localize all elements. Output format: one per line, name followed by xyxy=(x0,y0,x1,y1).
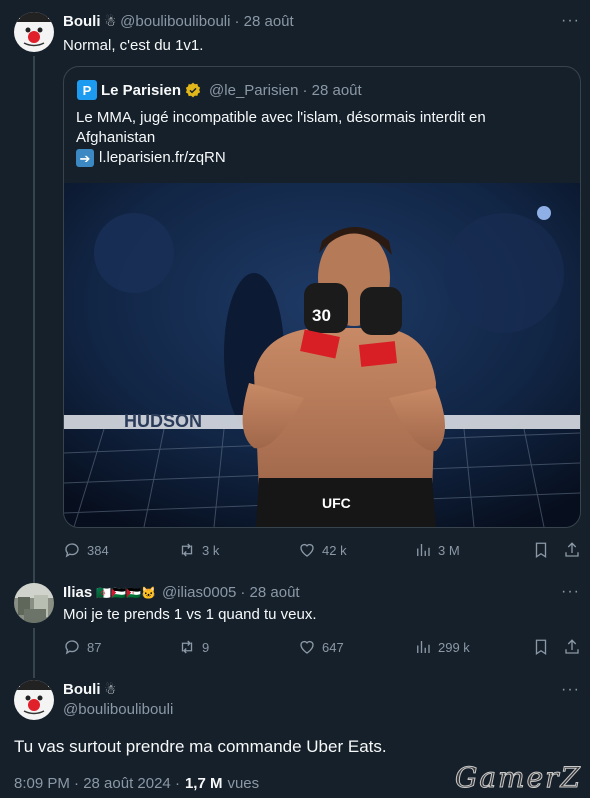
like-button[interactable]: 647 xyxy=(298,638,344,656)
bookmark-icon xyxy=(535,542,547,559)
analytics-icon xyxy=(417,544,430,556)
more-options-icon[interactable]: ··· xyxy=(561,12,580,30)
reply-count: 87 xyxy=(87,639,102,655)
views-count: 3 M xyxy=(438,542,460,558)
profile-photo-icon xyxy=(14,583,54,623)
reply-count: 384 xyxy=(87,542,109,558)
reply-button[interactable]: 87 xyxy=(63,638,101,656)
retweet-icon xyxy=(181,543,193,557)
like-count: 42 k xyxy=(322,542,347,558)
tweet-timestamp[interactable]: 8:09 PM · 28 août 2024 · xyxy=(14,775,180,792)
views-button[interactable]: 299 k xyxy=(414,638,470,656)
thread-line xyxy=(33,628,35,678)
retweet-button[interactable]: 9 xyxy=(178,638,209,656)
arrow-right-icon: ➔ xyxy=(76,149,94,167)
analytics-icon xyxy=(417,641,430,653)
bookmark-icon xyxy=(535,639,547,656)
le-parisien-logo-icon: P xyxy=(77,80,97,100)
heart-icon xyxy=(300,640,314,654)
retweet-count: 3 k xyxy=(202,542,220,558)
bookmark-button[interactable] xyxy=(532,541,550,559)
article-photo[interactable]: HUDSON 30 UFC xyxy=(64,183,580,527)
retweet-button[interactable]: 3 k xyxy=(178,541,219,559)
snowman-badge-icon: ☃ xyxy=(104,13,117,29)
tweet-date[interactable]: · 28 août xyxy=(234,13,293,30)
views-button[interactable]: 3 M xyxy=(414,541,460,559)
heart-icon xyxy=(300,543,314,557)
tweet-text: Tu vas surtout prendre ma commande Uber … xyxy=(14,737,387,756)
flag-emojis: 🇩🇿🇵🇸🇪🇭🐱 xyxy=(96,585,156,600)
svg-text:UFC: UFC xyxy=(322,495,351,511)
views-count: 1,7 M xyxy=(184,775,223,792)
tweet-text: Normal, c'est du 1v1. xyxy=(63,37,204,54)
snowman-badge-icon: ☃ xyxy=(104,681,117,697)
svg-text:HUDSON: HUDSON xyxy=(124,411,202,431)
tweet-text: Moi je te prends 1 vs 1 quand tu veux. xyxy=(63,606,317,623)
more-options-icon[interactable]: ··· xyxy=(561,583,580,601)
reply-button[interactable]: 384 xyxy=(63,541,109,559)
reply-icon xyxy=(65,543,79,558)
watermark-logo: GamerZ xyxy=(454,761,582,795)
quoted-tweet-card[interactable]: P Le Parisien @le_Parisien · 28 août Le … xyxy=(63,66,581,528)
verified-badge-icon xyxy=(185,82,201,98)
share-button[interactable] xyxy=(563,541,581,559)
reply-icon xyxy=(65,640,79,655)
quote-text-line2: Afghanistan xyxy=(76,129,156,146)
avatar-bouli[interactable] xyxy=(14,680,54,720)
snowman-avatar-icon xyxy=(14,680,54,720)
avatar-ilias[interactable] xyxy=(14,583,54,623)
retweet-icon xyxy=(181,640,193,654)
quote-text-line1: Le MMA, jugé incompatible avec l'islam, … xyxy=(76,109,486,126)
quote-author-name: Le Parisien xyxy=(101,81,182,99)
share-button[interactable] xyxy=(563,638,581,656)
retweet-count: 9 xyxy=(202,639,210,655)
avatar-bouli[interactable] xyxy=(14,12,54,52)
author-name[interactable]: Bouli xyxy=(63,13,101,30)
author-handle[interactable]: @bouliboulibouli xyxy=(63,701,173,718)
author-name[interactable]: Bouli xyxy=(63,681,101,698)
like-count: 647 xyxy=(322,639,344,655)
author-name[interactable]: Ilias xyxy=(63,584,92,601)
views-count: 299 k xyxy=(438,639,470,655)
quote-date: · 28 août xyxy=(302,81,362,99)
like-button[interactable]: 42 k xyxy=(298,541,347,559)
quote-author-handle: @le_Parisien xyxy=(209,81,299,99)
svg-text:30: 30 xyxy=(312,306,331,325)
article-link[interactable]: l.leparisien.fr/zqRN xyxy=(99,148,226,168)
share-icon xyxy=(565,542,579,557)
share-icon xyxy=(565,639,579,654)
bookmark-button[interactable] xyxy=(532,638,550,656)
thread-line xyxy=(33,56,35,584)
snowman-avatar-icon xyxy=(14,12,54,52)
views-label: vues xyxy=(227,775,260,792)
author-handle[interactable]: @bouliboulibouli xyxy=(120,13,230,30)
mma-fighter-photo: HUDSON 30 UFC xyxy=(64,183,580,527)
author-handle[interactable]: @ilias0005 xyxy=(162,584,236,601)
more-options-icon[interactable]: ··· xyxy=(561,681,580,699)
tweet-date[interactable]: · 28 août xyxy=(240,584,299,601)
